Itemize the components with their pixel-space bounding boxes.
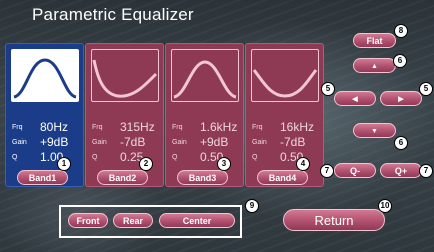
- gain-value: +9dB: [200, 135, 229, 149]
- down-arrow-icon: ▼: [371, 128, 378, 135]
- band-panel-1: Frq 80Hz Gain +9dB Q 1.00 Band1: [5, 43, 84, 187]
- right-arrow-icon: ▶: [398, 96, 404, 103]
- center-button[interactable]: Center: [159, 213, 235, 228]
- frequency-value: 1.6kHz: [200, 120, 238, 134]
- callout-band1: 1: [57, 157, 71, 171]
- callout-left: 5: [321, 82, 335, 96]
- peak-curve-icon: [173, 60, 237, 99]
- band-frequency-row: Frq 1.6kHz: [170, 120, 241, 134]
- q-label: Q: [252, 154, 258, 161]
- band-gain-row: Gain -7dB: [250, 135, 321, 149]
- frequency-label: Frq: [172, 124, 183, 131]
- q-label: Q: [172, 154, 178, 161]
- page-title: Parametric Equalizer: [32, 5, 194, 24]
- gain-label: Gain: [92, 139, 107, 146]
- front-button[interactable]: Front: [68, 213, 108, 228]
- band2-button[interactable]: Band2: [97, 170, 148, 185]
- q-plus-button[interactable]: Q+: [380, 163, 422, 178]
- callout-down: 6: [394, 136, 408, 150]
- flat-button[interactable]: Flat: [353, 33, 396, 48]
- callout-band3: 3: [217, 157, 231, 171]
- callout-up: 6: [393, 54, 407, 68]
- down-button[interactable]: ▼: [353, 123, 396, 138]
- gain-label: Gain: [172, 139, 187, 146]
- frequency-label: Frq: [92, 124, 103, 131]
- rear-button[interactable]: Rear: [113, 213, 153, 228]
- dip-curve-icon: [252, 69, 318, 98]
- callout-q-minus: 7: [320, 164, 334, 178]
- band4-button[interactable]: Band4: [257, 170, 308, 185]
- band3-button[interactable]: Band3: [177, 170, 228, 185]
- peak-curve-icon: [13, 58, 77, 99]
- band-q-row: Q 0.50: [250, 150, 321, 164]
- callout-band2: 2: [139, 157, 153, 171]
- gain-label: Gain: [12, 139, 27, 146]
- dip-curve-icon: [92, 59, 158, 98]
- band-curve-3: [171, 49, 239, 102]
- band-gain-row: Gain +9dB: [10, 135, 81, 149]
- band1-button[interactable]: Band1: [17, 170, 68, 185]
- band-panel-3: Frq 1.6kHz Gain +9dB Q 0.50 Band3: [165, 43, 244, 187]
- band-gain-row: Gain -7dB: [90, 135, 161, 149]
- gain-value: -7dB: [280, 135, 306, 149]
- q-label: Q: [12, 154, 18, 161]
- band-gain-row: Gain +9dB: [170, 135, 241, 149]
- frequency-label: Frq: [12, 124, 23, 131]
- gain-value: -7dB: [120, 135, 146, 149]
- callout-modes: 9: [245, 199, 259, 213]
- equalizer-screen: Parametric Equalizer Frq 80Hz Gain +9dB …: [0, 0, 434, 252]
- band-curve-4: [251, 49, 319, 102]
- frequency-value: 16kHz: [280, 120, 315, 134]
- left-button[interactable]: ◀: [334, 91, 376, 106]
- band-frequency-row: Frq 315Hz: [90, 120, 161, 134]
- band-frequency-row: Frq 16kHz: [250, 120, 321, 134]
- band-curve-1: [11, 49, 79, 102]
- right-button[interactable]: ▶: [380, 91, 422, 106]
- gain-label: Gain: [252, 139, 267, 146]
- callout-flat: 8: [394, 24, 408, 38]
- callout-right: 5: [419, 82, 433, 96]
- q-minus-button[interactable]: Q-: [334, 163, 376, 178]
- up-button[interactable]: ▲: [353, 58, 396, 73]
- left-arrow-icon: ◀: [352, 96, 358, 103]
- frequency-label: Frq: [252, 124, 263, 131]
- callout-q-plus: 7: [419, 164, 433, 178]
- return-button[interactable]: Return: [283, 209, 385, 231]
- callout-band4: 4: [296, 157, 310, 171]
- frequency-value: 315Hz: [120, 120, 155, 134]
- band-panel-4: Frq 16kHz Gain -7dB Q 0.50 Band4: [245, 43, 324, 187]
- callout-return: 10: [378, 199, 392, 213]
- band-frequency-row: Frq 80Hz: [10, 120, 81, 134]
- up-arrow-icon: ▲: [371, 63, 378, 70]
- q-label: Q: [92, 154, 98, 161]
- gain-value: +9dB: [40, 135, 69, 149]
- band-curve-2: [91, 49, 159, 102]
- frequency-value: 80Hz: [40, 120, 69, 134]
